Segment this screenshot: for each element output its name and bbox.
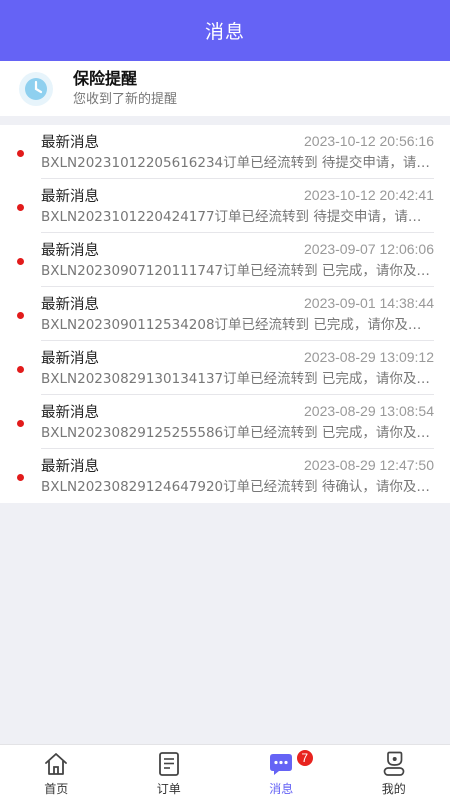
message-body: BXLN2023090112534208订单已经流转到 已完成，请你及时… — [41, 317, 434, 333]
message-body: BXLN20230829124647920订单已经流转到 待确认，请你及… — [41, 479, 430, 495]
unread-dot — [17, 474, 24, 481]
unread-dot — [17, 312, 24, 319]
message-title: 最新消息 — [41, 242, 99, 259]
message-time: 2023-08-29 12:47:50 — [304, 457, 434, 473]
message-time: 2023-09-01 14:38:44 — [304, 295, 434, 311]
message-body: BXLN20230829125255586订单已经流转到 已完成，请你及… — [41, 425, 430, 441]
message-time: 2023-08-29 13:08:54 — [304, 403, 434, 419]
tab-home[interactable]: 首页 — [0, 745, 113, 800]
message-title: 最新消息 — [41, 188, 99, 205]
message-time: 2023-09-07 12:06:06 — [304, 241, 434, 257]
message-time: 2023-10-12 20:42:41 — [304, 187, 434, 203]
tab-home-label: 首页 — [44, 782, 69, 796]
message-item[interactable]: 最新消息 2023-08-29 13:09:12 BXLN20230829130… — [0, 341, 450, 395]
order-list-icon — [158, 752, 179, 776]
tab-orders-label: 订单 — [156, 782, 181, 796]
message-title: 最新消息 — [41, 350, 99, 367]
tab-messages-label: 消息 — [269, 782, 294, 796]
unread-dot — [17, 366, 24, 373]
user-profile-icon — [383, 751, 405, 776]
chat-bubble-icon — [270, 754, 293, 775]
insurance-reminder-entry[interactable]: 保险提醒 您收到了新的提醒 — [0, 61, 450, 116]
message-body: BXLN20231012205616234订单已经流转到 待提交申请，请… — [41, 155, 430, 171]
message-item[interactable]: 最新消息 2023-10-12 20:56:16 BXLN20231012205… — [0, 125, 450, 179]
message-time: 2023-10-12 20:56:16 — [304, 133, 434, 149]
home-icon — [45, 753, 68, 775]
tab-orders[interactable]: 订单 — [113, 745, 226, 800]
message-title: 最新消息 — [41, 296, 99, 313]
message-body: BXLN20230829130134137订单已经流转到 已完成，请你及… — [41, 371, 430, 387]
page-title: 消息 — [204, 21, 245, 43]
message-title: 最新消息 — [41, 134, 99, 151]
message-item[interactable]: 最新消息 2023-08-29 13:08:54 BXLN20230829125… — [0, 395, 450, 449]
unread-dot — [17, 258, 24, 265]
unread-dot — [17, 420, 24, 427]
tab-mine[interactable]: 我的 — [338, 745, 450, 800]
unread-count-badge: 7 — [294, 748, 315, 768]
unread-dot — [17, 150, 24, 157]
message-item[interactable]: 最新消息 2023-08-29 12:47:50 BXLN20230829124… — [0, 449, 450, 503]
message-item[interactable]: 最新消息 2023-09-01 14:38:44 BXLN20230901125… — [0, 287, 450, 341]
tab-messages[interactable]: 7 消息 — [225, 745, 338, 800]
message-title: 最新消息 — [41, 458, 99, 475]
reminder-title: 保险提醒 — [73, 68, 138, 88]
reminder-subtitle: 您收到了新的提醒 — [73, 91, 178, 107]
unread-dot — [17, 204, 24, 211]
app-header: 消息 — [0, 0, 450, 61]
message-list: 最新消息 2023-10-12 20:56:16 BXLN20231012205… — [0, 125, 450, 503]
message-item[interactable]: 最新消息 2023-09-07 12:06:06 BXLN20230907120… — [0, 233, 450, 287]
message-body: BXLN20230907120111747订单已经流转到 已完成，请你及… — [41, 263, 430, 279]
message-item[interactable]: 最新消息 2023-10-12 20:42:41 BXLN20231012204… — [0, 179, 450, 233]
bottom-tab-bar: 首页 订单 7 消息 我的 — [0, 744, 450, 800]
message-title: 最新消息 — [41, 404, 99, 421]
message-time: 2023-08-29 13:09:12 — [304, 349, 434, 365]
clock-icon — [19, 71, 53, 106]
tab-mine-label: 我的 — [381, 782, 406, 796]
message-body: BXLN2023101220424177订单已经流转到 待提交申请，请你… — [41, 209, 434, 225]
